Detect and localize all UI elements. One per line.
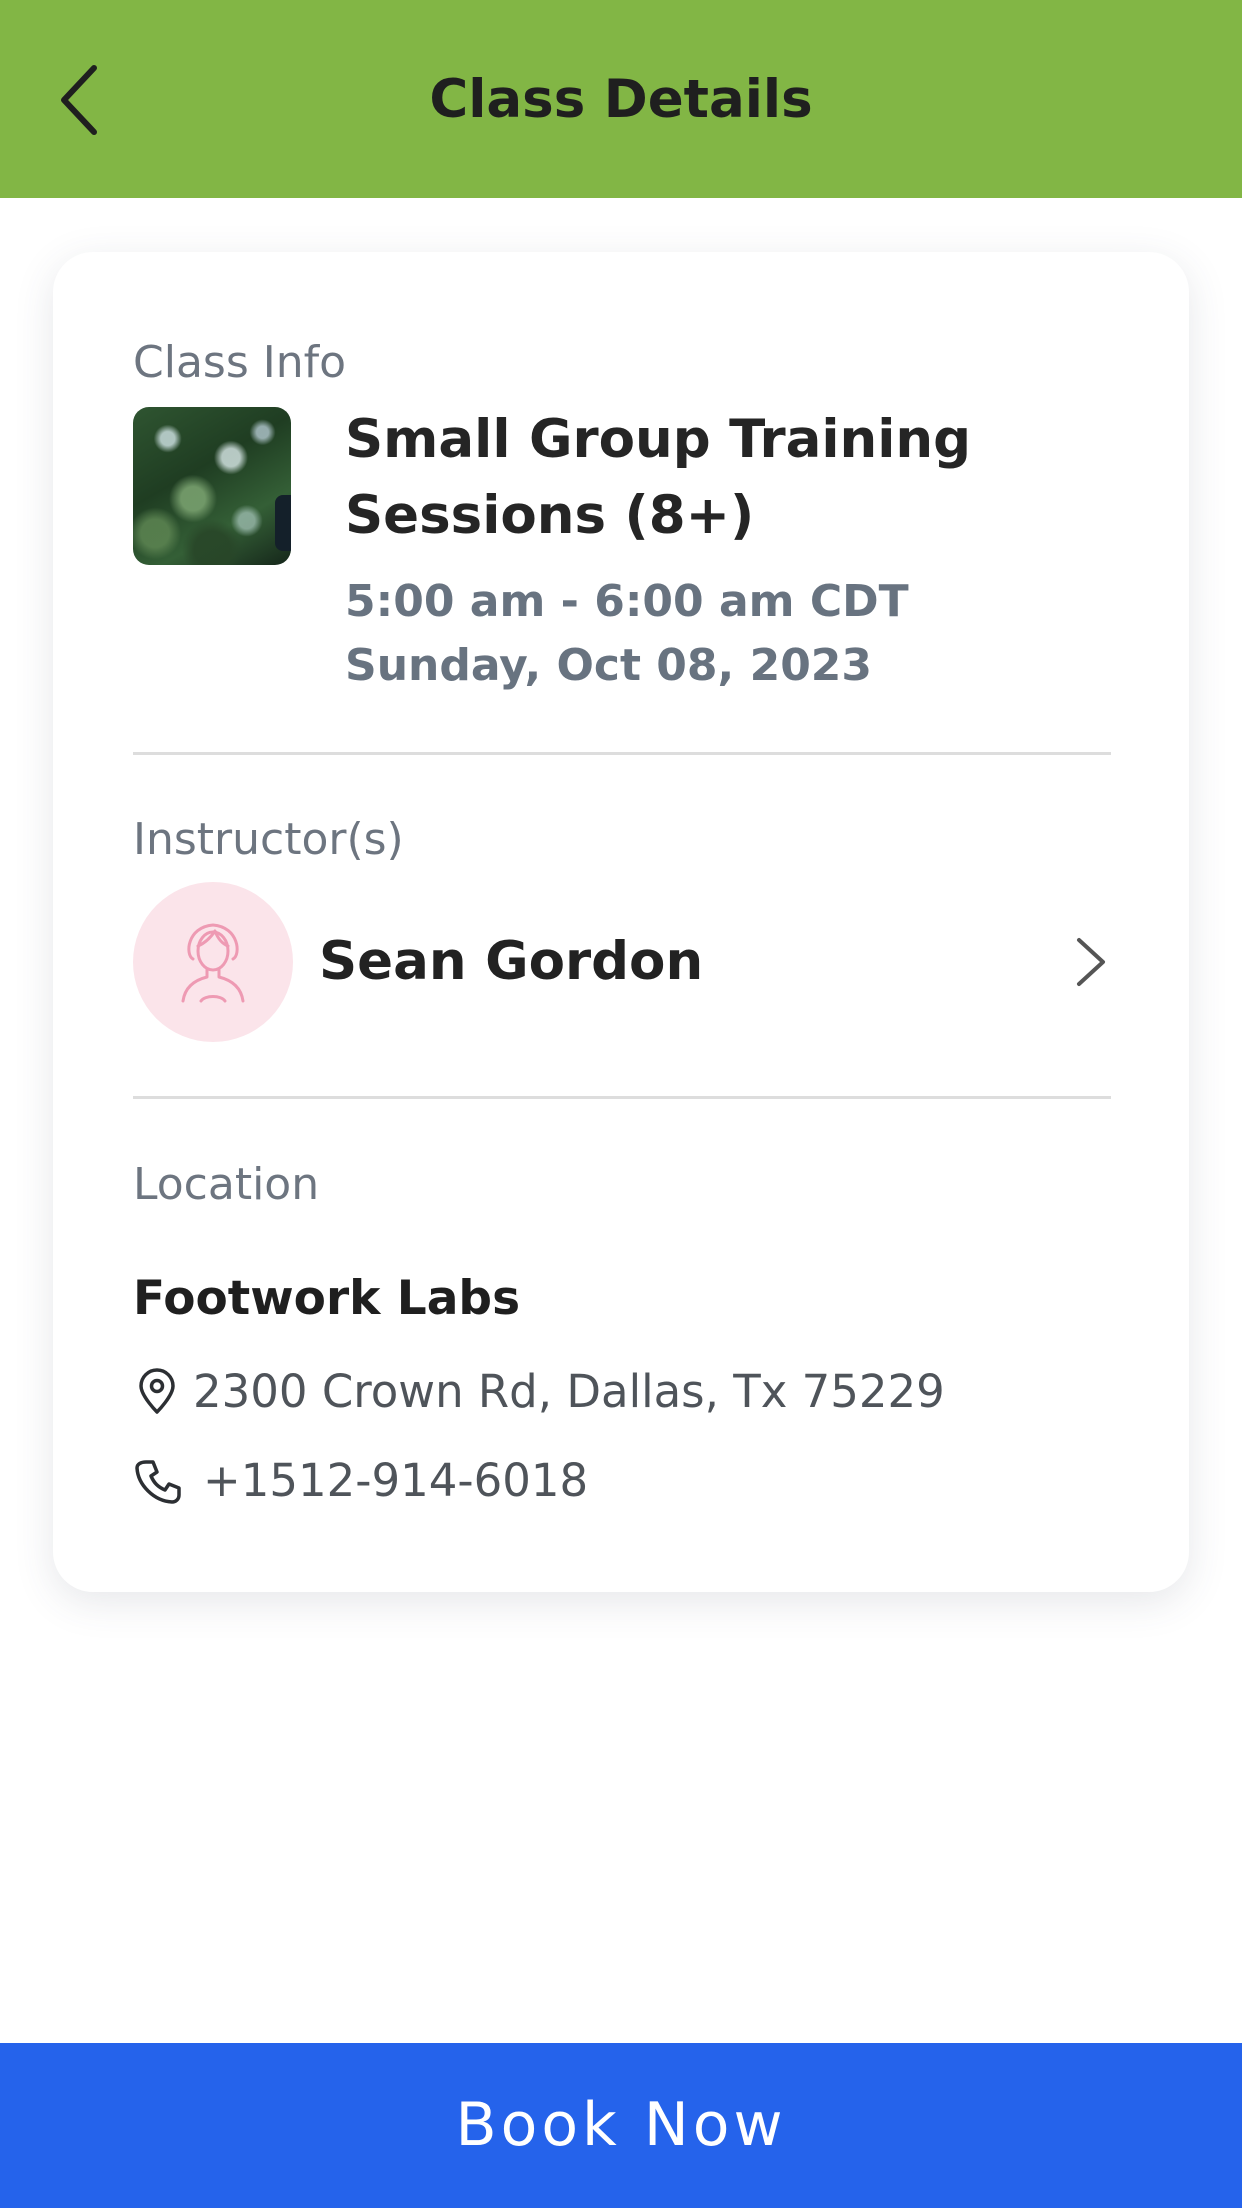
app-header: Class Details xyxy=(0,0,1242,198)
chevron-right-icon xyxy=(1077,938,1105,986)
phone-text: +1512-914-6018 xyxy=(203,1454,589,1507)
class-time: 5:00 am - 6:00 am CDT xyxy=(345,576,909,627)
instructors-label: Instructor(s) xyxy=(133,814,404,865)
address-text: 2300 Crown Rd, Dallas, Tx 75229 xyxy=(193,1365,945,1418)
map-pin-icon xyxy=(139,1368,175,1414)
avatar xyxy=(133,882,293,1042)
book-now-button[interactable]: Book Now xyxy=(0,2043,1242,2208)
class-date: Sunday, Oct 08, 2023 xyxy=(345,640,873,691)
location-label: Location xyxy=(133,1159,320,1210)
divider xyxy=(133,1096,1111,1099)
divider xyxy=(133,752,1111,755)
phone-row[interactable]: +1512-914-6018 xyxy=(133,1449,588,1513)
class-thumbnail xyxy=(133,407,291,565)
instructor-name: Sean Gordon xyxy=(319,931,704,992)
page-title: Class Details xyxy=(429,69,813,130)
class-details-card: Class Info Small Group Training Sessions… xyxy=(53,252,1189,1592)
instructor-row[interactable]: Sean Gordon xyxy=(133,882,1111,1042)
class-name: Small Group Training Sessions (8+) xyxy=(345,409,972,546)
person-avatar-icon xyxy=(181,923,245,1003)
venue-name: Footwork Labs xyxy=(133,1271,521,1326)
phone-icon xyxy=(135,1460,181,1504)
class-info-label: Class Info xyxy=(133,337,347,388)
address-row: 2300 Crown Rd, Dallas, Tx 75229 xyxy=(133,1360,945,1424)
